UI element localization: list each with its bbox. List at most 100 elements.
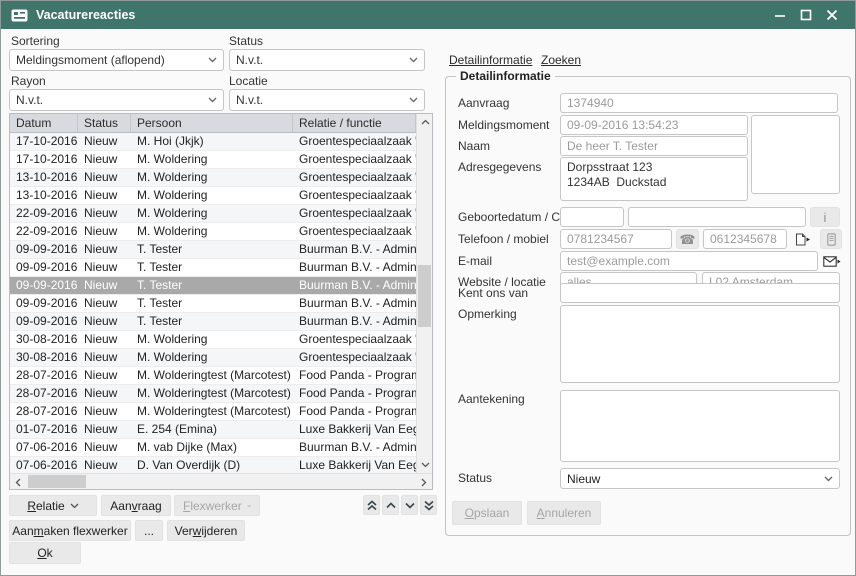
table-cell: 09-09-2016 bbox=[10, 241, 78, 258]
column-header-datum[interactable]: Datum bbox=[10, 114, 78, 132]
status-select[interactable]: Nieuw bbox=[560, 468, 840, 489]
annuleren-button[interactable]: Annuleren bbox=[527, 501, 601, 525]
table-row[interactable]: 01-07-2016NieuwE. 254 (Emina)Luxe Bakker… bbox=[10, 421, 416, 439]
rayon-select[interactable]: N.v.t. bbox=[9, 89, 224, 111]
aanvraag-input[interactable] bbox=[560, 93, 838, 113]
locatie-select[interactable]: N.v.t. bbox=[229, 89, 425, 111]
table-row[interactable]: 30-08-2016NieuwM. WolderingGroentespecia… bbox=[10, 349, 416, 367]
table-cell: 17-10-2016 bbox=[10, 133, 78, 150]
mobiel-input[interactable] bbox=[703, 229, 787, 249]
flexwerker-button[interactable]: Flexwerker bbox=[174, 495, 260, 516]
previous-record-button[interactable] bbox=[382, 495, 399, 515]
scroll-down-icon[interactable] bbox=[417, 457, 433, 473]
aantekening-textarea[interactable] bbox=[560, 390, 840, 462]
tab-zoeken[interactable]: Zoeken bbox=[541, 53, 581, 67]
minimize-button[interactable] bbox=[767, 5, 793, 25]
naam-input[interactable] bbox=[560, 136, 748, 156]
first-record-button[interactable] bbox=[363, 495, 380, 515]
chevron-up-icon bbox=[386, 502, 396, 509]
last-record-button[interactable] bbox=[420, 495, 437, 515]
vertical-scrollbar[interactable] bbox=[416, 114, 432, 473]
status-filter-value: N.v.t. bbox=[236, 53, 405, 67]
close-button[interactable] bbox=[819, 5, 845, 25]
kent-ons-van-field-label: Kent ons van bbox=[458, 286, 528, 300]
horizontal-scrollbar[interactable] bbox=[10, 473, 432, 489]
table-row[interactable]: 17-10-2016NieuwM. Hoi (Jkjk)Groentespeci… bbox=[10, 133, 416, 151]
table-cell: Groentespeciaalzaak "... bbox=[293, 133, 416, 150]
table-row[interactable]: 30-08-2016NieuwM. WolderingGroentespecia… bbox=[10, 331, 416, 349]
column-header-persoon[interactable]: Persoon bbox=[131, 114, 293, 132]
table-row[interactable]: 09-09-2016NieuwT. TesterBuurman B.V. - A… bbox=[10, 313, 416, 331]
more-options-button-label: ... bbox=[144, 524, 154, 538]
table-row[interactable]: 13-10-2016NieuwM. WolderingGroentespecia… bbox=[10, 187, 416, 205]
aanmaken-flexwerker-button[interactable]: Aanmaken flexwerker bbox=[9, 520, 131, 541]
status-filter-select[interactable]: N.v.t. bbox=[229, 49, 425, 71]
ok-button[interactable]: Ok bbox=[9, 542, 81, 564]
vertical-scroll-track[interactable] bbox=[417, 130, 432, 457]
rayon-value: N.v.t. bbox=[16, 93, 204, 107]
table-cell: 28-07-2016 bbox=[10, 403, 78, 420]
tab-detailinformatie[interactable]: Detailinformatie bbox=[449, 53, 532, 67]
table-body: 17-10-2016NieuwM. Hoi (Jkjk)Groentespeci… bbox=[10, 133, 416, 473]
send-email-button[interactable] bbox=[820, 251, 844, 271]
table-cell: Nieuw bbox=[78, 367, 131, 384]
next-record-button[interactable] bbox=[401, 495, 418, 515]
column-header-status[interactable]: Status bbox=[78, 114, 131, 132]
telefoon-input[interactable] bbox=[560, 229, 672, 249]
status-field-label: Status bbox=[458, 471, 492, 485]
table-row[interactable]: 09-09-2016NieuwT. TesterBuurman B.V. - A… bbox=[10, 241, 416, 259]
horizontal-scroll-thumb[interactable] bbox=[28, 475, 86, 488]
ok-button-label: Ok bbox=[37, 546, 52, 560]
scroll-right-icon[interactable] bbox=[416, 474, 432, 490]
geboortedatum-input[interactable] bbox=[560, 207, 624, 227]
email-input[interactable] bbox=[560, 251, 818, 271]
reactions-table: Datum Status Persoon Relatie / functie 1… bbox=[9, 113, 433, 490]
opmerking-field-label: Opmerking bbox=[458, 307, 517, 321]
column-header-relatie[interactable]: Relatie / functie bbox=[293, 114, 416, 132]
chevron-down-icon bbox=[824, 476, 833, 482]
call-mobile-button[interactable] bbox=[820, 229, 842, 249]
meldingsmoment-input[interactable] bbox=[560, 115, 748, 135]
table-row[interactable]: 07-06-2016NieuwM. vab Dijke (Max)Buurman… bbox=[10, 439, 416, 457]
table-cell: Groentespeciaalzaak "... bbox=[293, 349, 416, 366]
table-row[interactable]: 09-09-2016NieuwT. TesterBuurman B.V. - A… bbox=[10, 277, 416, 295]
telefoon-mobiel-field-label: Telefoon / mobiel bbox=[458, 232, 549, 246]
table-cell: T. Tester bbox=[131, 295, 293, 312]
aanvraag-button[interactable]: Aanvraag bbox=[101, 495, 171, 516]
relatie-button[interactable]: Relatie bbox=[9, 495, 97, 516]
cv-info-button[interactable]: i bbox=[810, 207, 840, 227]
opmerking-textarea[interactable] bbox=[560, 305, 840, 383]
table-row[interactable]: 22-09-2016NieuwM. WolderingGroentespecia… bbox=[10, 205, 416, 223]
table-cell: 30-08-2016 bbox=[10, 349, 78, 366]
scroll-left-icon[interactable] bbox=[10, 474, 26, 490]
table-row[interactable]: 28-07-2016NieuwM. Wolderingtest (Marcote… bbox=[10, 367, 416, 385]
scroll-up-icon[interactable] bbox=[417, 114, 433, 130]
table-row[interactable]: 22-09-2016NieuwM. WolderingGroentespecia… bbox=[10, 223, 416, 241]
table-row[interactable]: 07-06-2016NieuwD. Van Overdijk (D)Luxe B… bbox=[10, 457, 416, 473]
table-cell: Nieuw bbox=[78, 349, 131, 366]
table-cell: 09-09-2016 bbox=[10, 259, 78, 276]
table-row[interactable]: 28-07-2016NieuwM. Wolderingtest (Marcote… bbox=[10, 403, 416, 421]
adresgegevens-textarea[interactable]: Dorpsstraat 123 1234AB Duckstad bbox=[560, 157, 748, 201]
opslaan-button[interactable]: Opslaan bbox=[452, 501, 522, 525]
table-row[interactable]: 09-09-2016NieuwT. TesterBuurman B.V. - A… bbox=[10, 259, 416, 277]
table-row[interactable]: 17-10-2016NieuwM. WolderingGroentespecia… bbox=[10, 151, 416, 169]
table-cell: 28-07-2016 bbox=[10, 367, 78, 384]
verwijderen-button[interactable]: Verwijderen bbox=[167, 520, 245, 541]
table-row[interactable]: 09-09-2016NieuwT. TesterBuurman B.V. - A… bbox=[10, 295, 416, 313]
detail-groupbox: Detailinformatie Aanvraag Meldingsmoment… bbox=[445, 76, 851, 536]
open-document-button[interactable] bbox=[792, 229, 814, 249]
vertical-scroll-thumb[interactable] bbox=[418, 265, 431, 327]
maximize-button[interactable] bbox=[793, 5, 819, 25]
call-phone-button[interactable]: ☎ bbox=[676, 229, 699, 249]
table-cell: Nieuw bbox=[78, 133, 131, 150]
relatie-button-label: Relatie bbox=[27, 499, 64, 513]
kent-ons-van-input[interactable] bbox=[560, 283, 840, 303]
sortering-select[interactable]: Meldingsmoment (aflopend) bbox=[9, 49, 224, 71]
table-row[interactable]: 28-07-2016NieuwM. Wolderingtest (Marcote… bbox=[10, 385, 416, 403]
more-options-button[interactable]: ... bbox=[135, 520, 163, 541]
chevron-down-icon bbox=[405, 502, 415, 509]
horizontal-scroll-track[interactable] bbox=[26, 474, 416, 489]
cv-input[interactable] bbox=[628, 207, 806, 227]
table-row[interactable]: 13-10-2016NieuwM. WolderingGroentespecia… bbox=[10, 169, 416, 187]
